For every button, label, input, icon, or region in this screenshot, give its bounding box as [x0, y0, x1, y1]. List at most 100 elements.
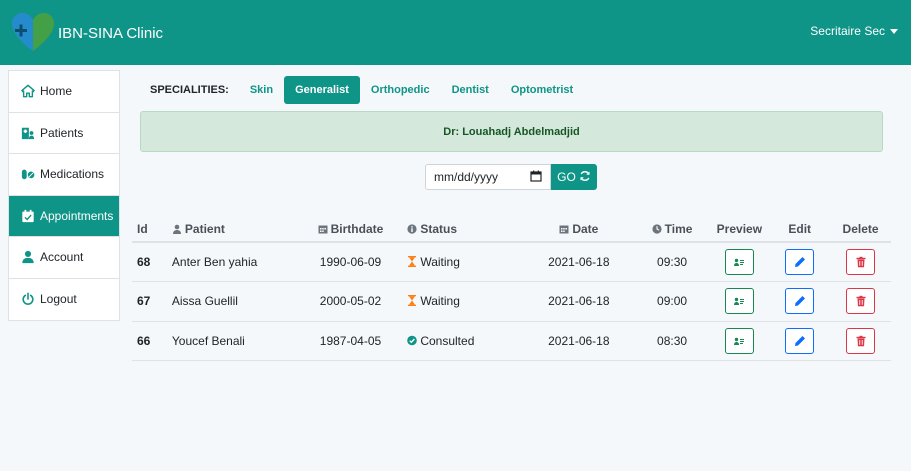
header-patient: Patient [165, 216, 296, 243]
calendar-icon[interactable] [530, 170, 542, 185]
info-circle-icon [407, 223, 417, 234]
go-button-label: GO [557, 170, 576, 184]
sidebar-item-label: Logout [40, 292, 77, 307]
table-row: 66 Youcef Benali 1987-04-05 Consulted 20… [132, 321, 891, 361]
header-status: Status [405, 216, 523, 243]
cell-delete [830, 281, 891, 322]
header-birthdate: Birthdate [295, 216, 406, 243]
delete-button[interactable] [846, 327, 876, 354]
table-row: 67 Aissa Guellil 2000-05-02 Waiting 2021… [132, 281, 891, 322]
user-injured-icon [172, 224, 181, 234]
tab-dentist[interactable]: Dentist [441, 76, 500, 104]
cell-edit [769, 321, 831, 361]
check-circle-icon [407, 335, 418, 346]
edit-button[interactable] [785, 327, 815, 354]
cell-status: Waiting [405, 281, 523, 322]
brand-name: IBN-SINA Clinic [58, 24, 164, 42]
sidebar-item-appointments[interactable]: Appointments [9, 195, 119, 237]
header-edit: Edit [769, 216, 831, 243]
sidebar-item-home[interactable]: Home [9, 71, 119, 113]
trash-icon [856, 335, 866, 346]
appointments-table: Id Patient Birthdate Status Date Time Pr… [132, 216, 891, 361]
edit-button[interactable] [785, 249, 815, 275]
table-header-row: Id Patient Birthdate Status Date Time Pr… [132, 216, 891, 243]
date-input-placeholder: mm/dd/yyyy [434, 170, 499, 184]
top-navbar: IBN-SINA Clinic Secritaire Sec [0, 0, 911, 65]
specialities-nav: SPECIALITIES: Skin Generalist Orthopedic… [150, 76, 584, 104]
header-patient-label: Patient [184, 221, 225, 236]
hourglass-icon [408, 295, 417, 307]
preview-button[interactable] [724, 327, 754, 354]
sidebar-item-label: Appointments [40, 208, 114, 223]
pencil-icon [794, 335, 805, 346]
sidebar: Home Patients Medications Appointments A… [8, 70, 120, 321]
date-input[interactable]: mm/dd/yyyy [425, 164, 551, 190]
user-menu-label: Secritaire Sec [810, 24, 885, 38]
delete-button[interactable] [846, 288, 876, 315]
specialities-label: SPECIALITIES: [150, 84, 229, 96]
tab-generalist[interactable]: Generalist [284, 76, 360, 104]
cell-id: 68 [132, 242, 166, 282]
tab-optometrist[interactable]: Optometrist [500, 76, 584, 104]
date-filter: mm/dd/yyyy GO [425, 164, 597, 190]
pencil-icon [794, 257, 805, 267]
preview-button[interactable] [724, 249, 754, 275]
header-birthdate-label: Birthdate [330, 221, 384, 236]
delete-button[interactable] [846, 249, 876, 275]
status-badge: Consulted [420, 333, 475, 348]
header-status-label: Status [420, 221, 458, 236]
cell-preview [709, 281, 770, 322]
table-row: 68 Anter Ben yahia 1990-06-09 Waiting 20… [132, 242, 891, 282]
hourglass-icon [408, 256, 417, 267]
cell-patient: Aissa Guellil [165, 281, 296, 322]
sidebar-item-label: Home [40, 84, 73, 99]
calendar-icon [318, 225, 328, 233]
sidebar-item-patients[interactable]: Patients [9, 113, 119, 154]
cell-status: Waiting [405, 242, 523, 282]
cell-patient: Anter Ben yahia [165, 242, 296, 282]
cell-birthdate: 2000-05-02 [295, 281, 406, 322]
calendar-check-icon [20, 208, 36, 224]
header-date: Date [523, 216, 635, 243]
header-delete: Delete [830, 216, 891, 243]
cell-time: 08:30 [634, 321, 710, 361]
tab-skin[interactable]: Skin [239, 76, 284, 104]
caret-down-icon [890, 28, 898, 34]
edit-button[interactable] [785, 288, 815, 315]
header-time-label: Time [664, 221, 693, 236]
heart-logo-icon [10, 11, 56, 56]
cell-birthdate: 1990-06-09 [295, 242, 406, 282]
brand[interactable]: IBN-SINA Clinic [10, 12, 163, 54]
clock-icon [652, 223, 662, 234]
address-card-icon [734, 298, 745, 306]
cell-delete [830, 242, 891, 282]
calendar-icon [559, 225, 569, 233]
pills-icon [20, 166, 36, 182]
power-icon [20, 291, 36, 307]
cell-date: 2021-06-18 [523, 242, 635, 282]
cell-edit [769, 242, 831, 282]
cell-time: 09:30 [634, 242, 710, 282]
cell-birthdate: 1987-04-05 [295, 321, 406, 361]
cell-preview [709, 321, 770, 361]
sidebar-item-label: Patients [40, 125, 84, 140]
sidebar-item-medications[interactable]: Medications [9, 154, 119, 196]
sidebar-item-label: Account [40, 250, 84, 265]
user-menu-dropdown[interactable]: Secritaire Sec [810, 24, 898, 38]
sidebar-item-account[interactable]: Account [9, 237, 119, 279]
cell-delete [830, 321, 891, 361]
home-icon [20, 83, 36, 99]
cell-time: 09:00 [634, 281, 710, 322]
sync-icon [576, 170, 591, 185]
cell-id: 66 [132, 321, 166, 361]
go-button[interactable]: GO [551, 164, 597, 190]
header-id: Id [132, 216, 166, 243]
trash-icon [856, 296, 866, 307]
preview-button[interactable] [724, 288, 754, 315]
tab-orthopedic[interactable]: Orthopedic [360, 76, 441, 104]
sidebar-item-logout[interactable]: Logout [9, 279, 119, 321]
address-card-icon [734, 337, 745, 345]
doctor-banner: Dr: Louahadj Abdelmadjid [140, 111, 883, 152]
cell-preview [709, 242, 770, 282]
trash-icon [856, 256, 866, 268]
